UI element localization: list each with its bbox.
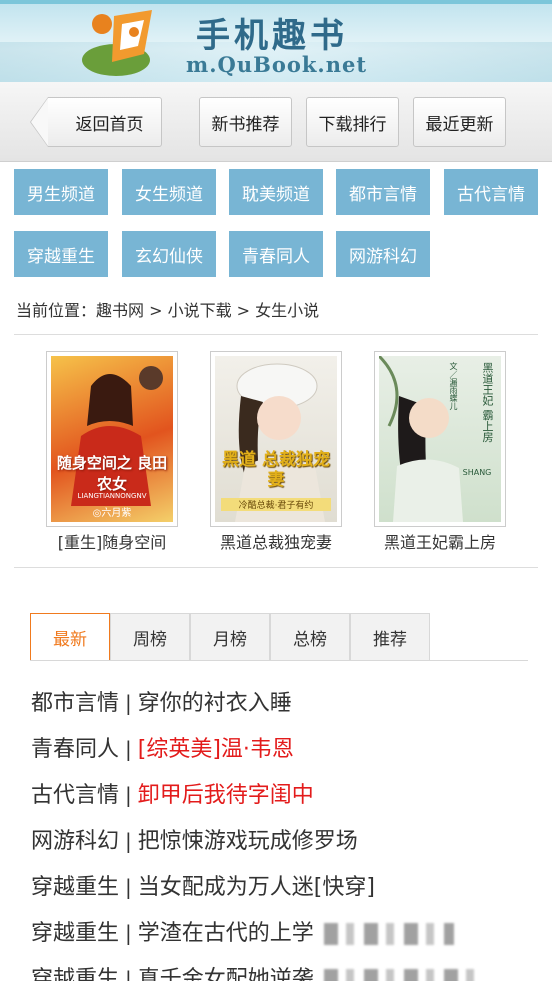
item-category[interactable]: 都市言情 xyxy=(31,691,119,716)
cover-subtitle-text: LIANGTIANNONGNV xyxy=(77,492,147,500)
category-female-channel[interactable]: 女生频道 xyxy=(122,169,216,215)
item-title[interactable]: 当女配成为万人迷[快穿] xyxy=(138,875,375,900)
list-item[interactable]: 网游科幻 | 把惊悚游戏玩成修罗场 xyxy=(31,823,358,855)
new-books-button[interactable]: 新书推荐 xyxy=(199,97,292,147)
category-time-travel[interactable]: 穿越重生 xyxy=(14,231,108,277)
header-topline xyxy=(0,0,552,4)
list-item[interactable]: 古代言情 | 卸甲后我待字闺中 xyxy=(31,777,314,809)
item-separator: | xyxy=(125,875,132,899)
cover-subtitle-text: 冷酷总裁·君子有约 xyxy=(221,498,331,511)
breadcrumb: 当前位置：趣书网 > 小说下载 > 女生小说 xyxy=(16,301,320,320)
divider xyxy=(14,567,538,568)
book-cover-art: 随身空间之 良田农女 LIANGTIANNONGNV ◎六月紫 xyxy=(51,356,173,522)
list-item[interactable]: 穿越重生 | 真千金女配她逆袭 xyxy=(31,961,474,981)
list-item[interactable]: 都市言情 | 穿你的衬衣入睡 xyxy=(31,685,292,717)
item-separator: | xyxy=(125,829,132,853)
item-separator: | xyxy=(125,967,132,981)
book-cover[interactable]: 黑道王妃 霸上房 文／漏雨蝶儿 SHANG xyxy=(374,351,506,527)
item-title[interactable]: 卸甲后我待字闺中 xyxy=(138,783,314,808)
item-separator: | xyxy=(125,783,132,807)
list-item[interactable]: 穿越重生 | 当女配成为万人迷[快穿] xyxy=(31,869,375,901)
category-urban-romance[interactable]: 都市言情 xyxy=(336,169,430,215)
book-card[interactable]: 随身空间之 良田农女 LIANGTIANNONGNV ◎六月紫 [重生]随身空间 xyxy=(46,351,178,555)
book-cover-art: 黑道 总裁独宠妻 冷酷总裁·君子有约 xyxy=(215,356,337,522)
pixelated-overlay xyxy=(323,969,474,981)
cover-title-text: 随身空间之 良田农女 xyxy=(56,454,168,493)
site-title: 手机趣书 xyxy=(196,16,348,56)
tab-latest[interactable]: 最新 xyxy=(30,613,110,661)
divider xyxy=(14,334,538,335)
back-home-label: 返回首页 xyxy=(75,114,144,135)
book-title[interactable]: 黑道王妃霸上房 xyxy=(364,529,516,553)
nav-bar: 返回首页 新书推荐 下载排行 最近更新 xyxy=(0,82,552,162)
category-gaming-scifi[interactable]: 网游科幻 xyxy=(336,231,430,277)
book-title[interactable]: 黑道总裁独宠妻 xyxy=(200,529,352,553)
category-youth-fanfic[interactable]: 青春同人 xyxy=(229,231,323,277)
item-separator: | xyxy=(125,691,132,715)
item-title[interactable]: 真千金女配她逆袭 xyxy=(138,967,314,981)
site-url: m.QuBook.net xyxy=(186,52,368,77)
site-header: 手机趣书 m.QuBook.net xyxy=(0,0,552,82)
book-title[interactable]: [重生]随身空间 xyxy=(36,529,188,553)
list-item[interactable]: 青春同人 | [综英美]温·韦恩 xyxy=(31,731,294,763)
cover-author-text: ◎六月紫 xyxy=(92,508,132,519)
recent-updates-button[interactable]: 最近更新 xyxy=(413,97,506,147)
cover-author-text: 文／漏雨蝶儿 xyxy=(449,362,458,410)
back-home-button[interactable]: 返回首页 xyxy=(30,97,162,147)
category-danmei-channel[interactable]: 耽美频道 xyxy=(229,169,323,215)
item-separator: | xyxy=(125,921,132,945)
book-cover-art: 黑道王妃 霸上房 文／漏雨蝶儿 SHANG xyxy=(379,356,501,522)
cover-subtitle-text: SHANG xyxy=(462,468,492,477)
category-fantasy[interactable]: 玄幻仙侠 xyxy=(122,231,216,277)
item-category[interactable]: 网游科幻 xyxy=(31,829,119,854)
category-male-channel[interactable]: 男生频道 xyxy=(14,169,108,215)
item-category[interactable]: 穿越重生 xyxy=(31,967,119,981)
item-title[interactable]: 把惊悚游戏玩成修罗场 xyxy=(138,829,358,854)
item-title[interactable]: [综英美]温·韦恩 xyxy=(138,737,294,762)
tab-weekly[interactable]: 周榜 xyxy=(110,613,190,661)
book-cover[interactable]: 黑道 总裁独宠妻 冷酷总裁·君子有约 xyxy=(210,351,342,527)
download-rank-button[interactable]: 下载排行 xyxy=(306,97,399,147)
pixelated-overlay xyxy=(323,923,454,945)
cover-title-text: 黑道 总裁独宠妻 xyxy=(222,450,330,490)
book-cover[interactable]: 随身空间之 良田农女 LIANGTIANNONGNV ◎六月紫 xyxy=(46,351,178,527)
cover-title-text: 黑道王妃 霸上房 xyxy=(481,362,494,443)
item-category[interactable]: 穿越重生 xyxy=(31,921,119,946)
tab-monthly[interactable]: 月榜 xyxy=(190,613,270,661)
book-card[interactable]: 黑道 总裁独宠妻 冷酷总裁·君子有约 黑道总裁独宠妻 xyxy=(210,351,342,555)
item-category[interactable]: 古代言情 xyxy=(31,783,119,808)
item-category[interactable]: 青春同人 xyxy=(31,737,119,762)
tab-recommended[interactable]: 推荐 xyxy=(350,613,430,661)
item-title[interactable]: 穿你的衬衣入睡 xyxy=(138,691,292,716)
list-item[interactable]: 穿越重生 | 学渣在古代的上学 xyxy=(31,915,454,947)
book-logo-icon[interactable] xyxy=(78,6,164,78)
item-separator: | xyxy=(125,737,132,761)
back-arrow-fill xyxy=(31,98,48,146)
item-title[interactable]: 学渣在古代的上学 xyxy=(138,921,314,946)
item-category[interactable]: 穿越重生 xyxy=(31,875,119,900)
tab-overall[interactable]: 总榜 xyxy=(270,613,350,661)
tabs-baseline xyxy=(30,660,528,661)
book-card[interactable]: 黑道王妃 霸上房 文／漏雨蝶儿 SHANG 黑道王妃霸上房 xyxy=(374,351,506,555)
category-ancient-romance[interactable]: 古代言情 xyxy=(444,169,538,215)
